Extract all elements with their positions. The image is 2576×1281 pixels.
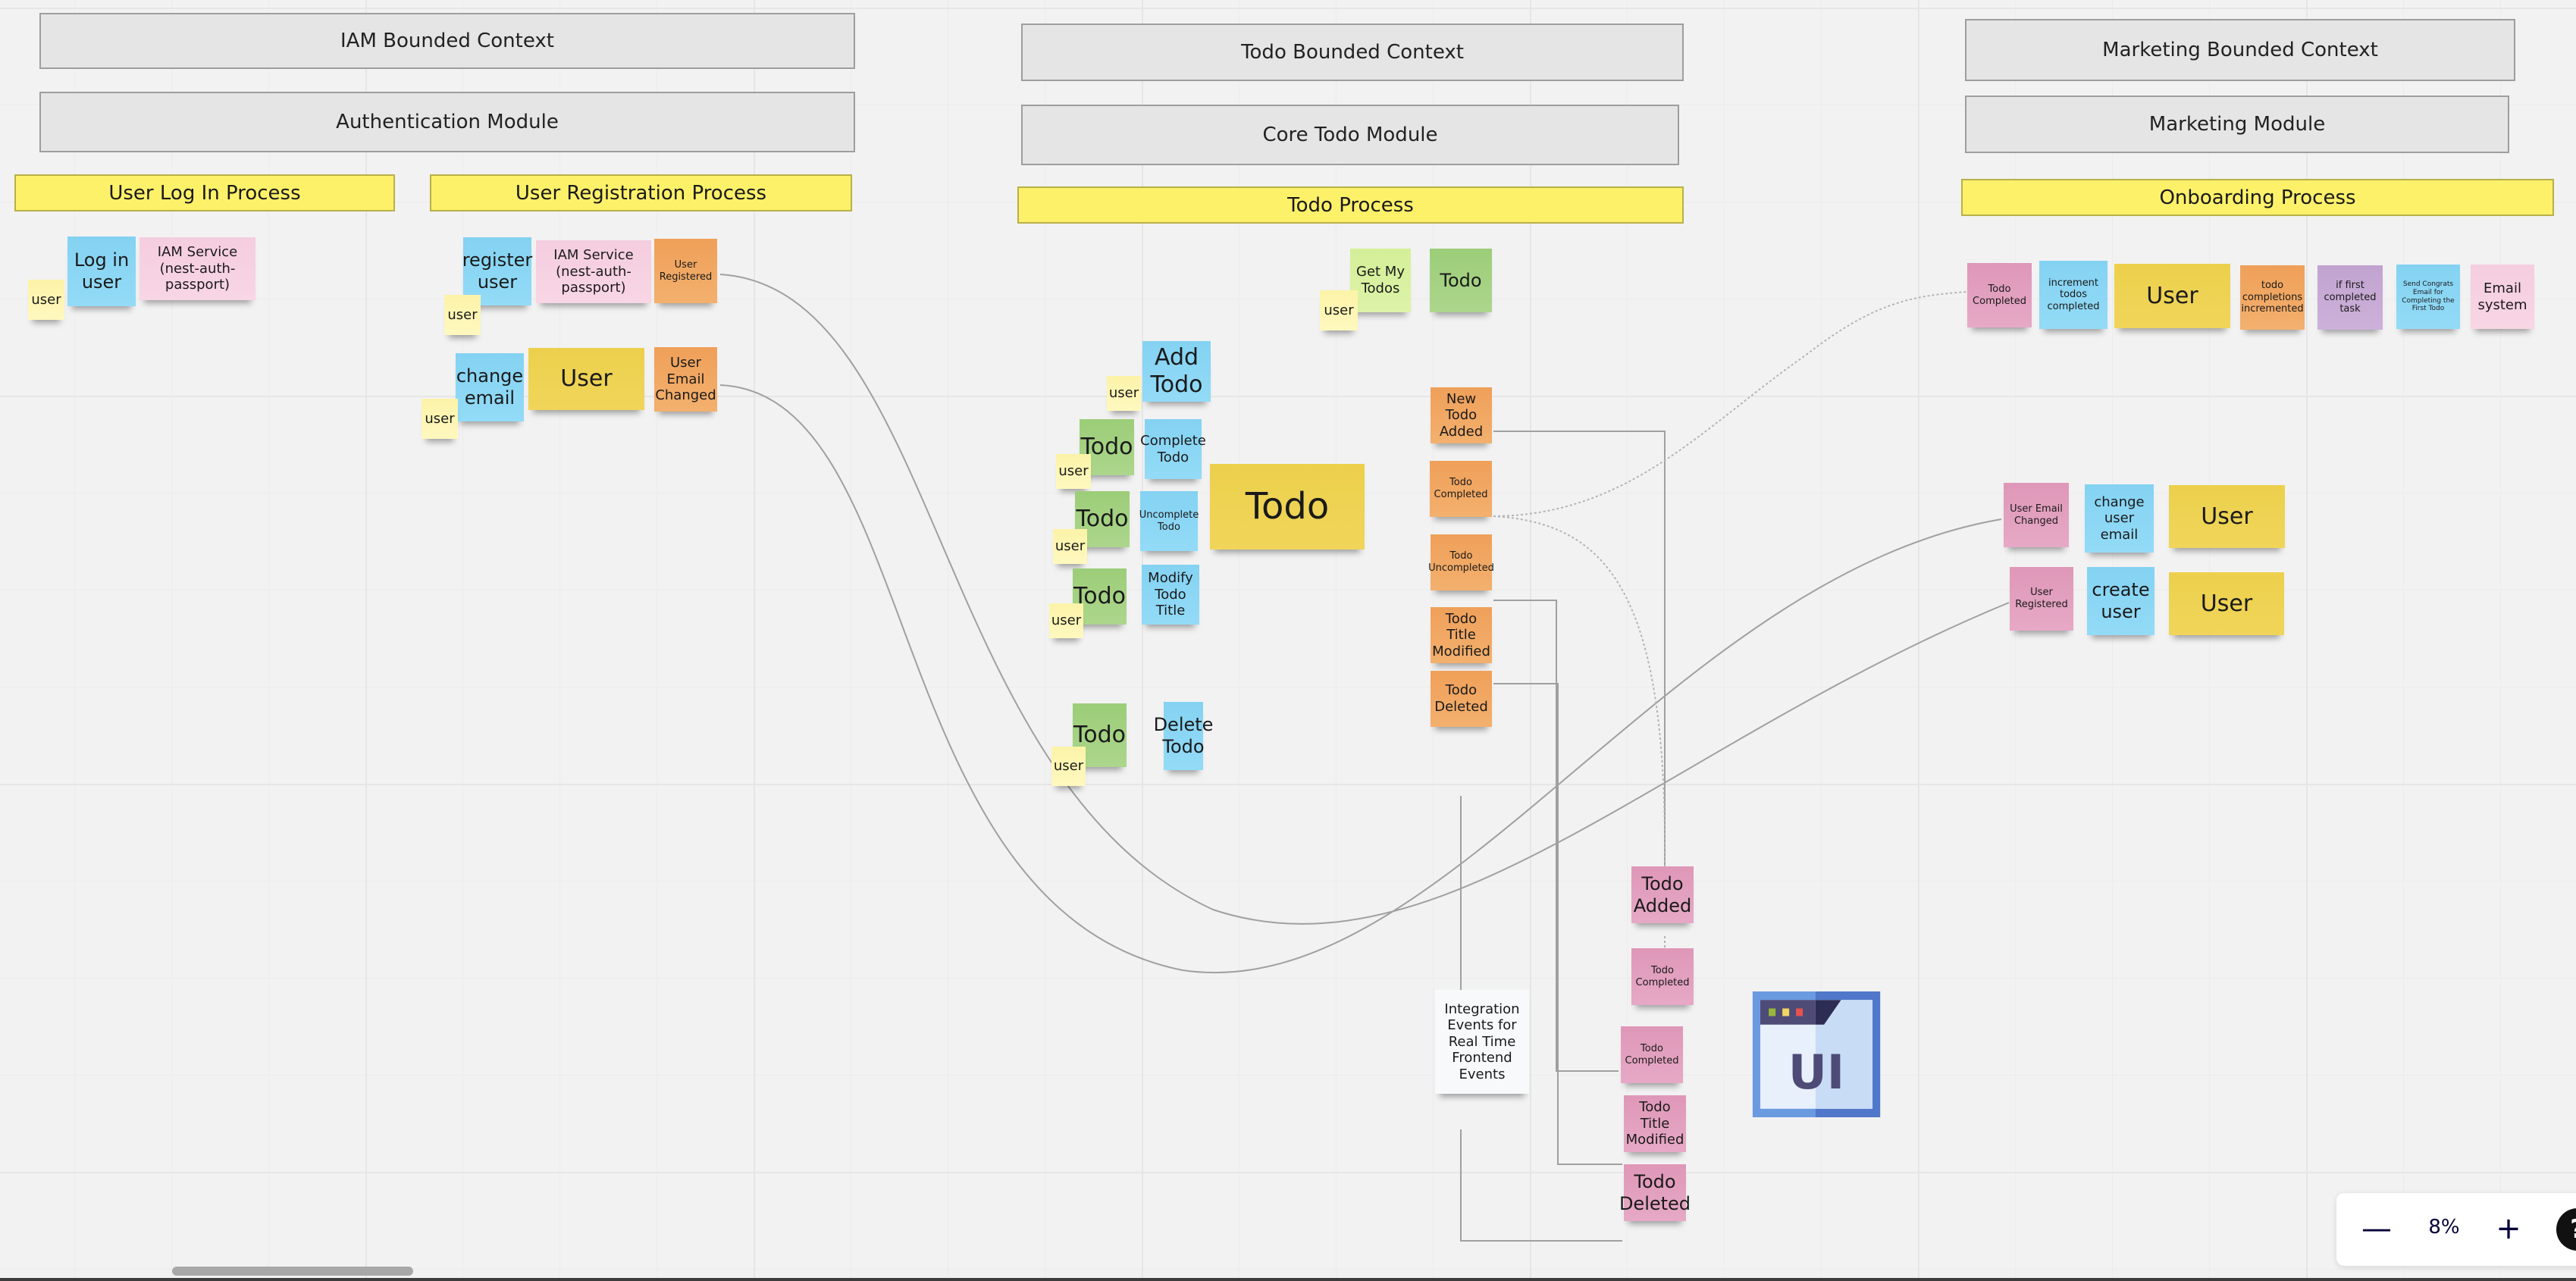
integration-event-todo-completed[interactable]: Todo Completed: [1967, 263, 2032, 327]
actor-user[interactable]: user: [1107, 376, 1141, 411]
event-todo-completed[interactable]: Todo Completed: [1430, 461, 1492, 517]
external-system-email-system[interactable]: Email system: [2471, 265, 2534, 329]
connector-todo-deleted-2: [1460, 1129, 1622, 1242]
aggregate-user[interactable]: User: [2169, 485, 2285, 548]
aggregate-todo[interactable]: Todo: [1210, 464, 1365, 550]
external-system-iam-service[interactable]: IAM Service (nest-auth-passport): [139, 237, 255, 300]
note-integration-events[interactable]: Integration Events for Real Time Fronten…: [1435, 990, 1529, 1094]
integration-event-todo-completed[interactable]: Todo Completed: [1631, 948, 1694, 1005]
question-icon: ?: [2570, 1214, 2576, 1245]
horizontal-scrollbar[interactable]: [172, 1267, 413, 1276]
todo-process[interactable]: Todo Process: [1017, 186, 1684, 224]
integration-event-user-email-changed[interactable]: User Email Changed: [2004, 483, 2069, 547]
help-button[interactable]: ?: [2556, 1208, 2576, 1251]
zoom-controls: — 8% + ?: [2336, 1193, 2576, 1266]
actor-user[interactable]: user: [421, 399, 458, 439]
command-delete-todo[interactable]: Delete Todo: [1154, 702, 1213, 770]
user-log-in-process[interactable]: User Log In Process: [14, 174, 395, 211]
actor-user[interactable]: user: [1320, 290, 1358, 330]
connector-todo-completed-marketing: [1493, 291, 1968, 517]
actor-user[interactable]: user: [444, 295, 481, 335]
connector-user-registered: [719, 274, 2010, 925]
bottom-bar: [0, 1278, 2576, 1281]
command-modify-todo-title[interactable]: Modify Todo Title: [1142, 565, 1199, 625]
command-create-user[interactable]: create user: [2087, 567, 2155, 635]
external-system-iam-service[interactable]: IAM Service (nest-auth-passport): [536, 240, 651, 303]
command-complete-todo[interactable]: Complete Todo: [1140, 419, 1206, 479]
event-todo-deleted[interactable]: Todo Deleted: [1431, 671, 1492, 727]
ui-icon-label: UI: [1788, 1045, 1844, 1100]
zoom-in-button[interactable]: +: [2490, 1210, 2527, 1248]
aggregate-user[interactable]: User: [2114, 264, 2230, 328]
command-change-email[interactable]: change email: [456, 353, 524, 421]
command-add-todo[interactable]: Add Todo: [1142, 341, 1211, 402]
zoom-level: 8%: [2428, 1216, 2460, 1239]
command-send-congrats-email[interactable]: Send Congrats Email for Completing the F…: [2396, 265, 2460, 329]
actor-user[interactable]: user: [1056, 454, 1091, 489]
actor-user[interactable]: user: [1049, 603, 1083, 638]
event-todo-completions-incremented[interactable]: todo completions incremented: [2240, 265, 2305, 330]
event-todo-uncompleted[interactable]: Todo Uncompleted: [1428, 534, 1494, 590]
actor-user[interactable]: user: [1051, 747, 1086, 786]
aggregate-user[interactable]: User: [2169, 572, 2284, 635]
iam-bounded-context[interactable]: IAM Bounded Context: [39, 13, 855, 69]
query-get-my-todos[interactable]: Get My Todos: [1350, 249, 1411, 312]
command-log-in-user[interactable]: Log in user: [67, 236, 136, 306]
authentication-module[interactable]: Authentication Module: [39, 92, 855, 152]
read-model-todo[interactable]: Todo: [1430, 249, 1492, 312]
zoom-out-button[interactable]: —: [2358, 1210, 2396, 1248]
user-registration-process[interactable]: User Registration Process: [430, 174, 852, 211]
command-increment-todos-completed[interactable]: increment todos completed: [2039, 261, 2107, 329]
policy-if-first-completed-task[interactable]: if first completed task: [2317, 265, 2383, 330]
event-new-todo-added[interactable]: New Todo Added: [1431, 387, 1492, 443]
connector-todo-completed-integration: [1493, 515, 1666, 871]
event-todo-title-modified[interactable]: Todo Title Modified: [1431, 607, 1492, 663]
command-change-user-email[interactable]: change user email: [2085, 484, 2154, 553]
connector-new-todo-added: [1493, 431, 1666, 870]
command-uncomplete-todo[interactable]: Uncomplete Todo: [1139, 491, 1199, 551]
integration-event-todo-added[interactable]: Todo Added: [1631, 866, 1694, 923]
aggregate-user[interactable]: User: [528, 348, 644, 410]
event-user-registered[interactable]: User Registered: [654, 239, 717, 303]
integration-event-user-registered[interactable]: User Registered: [2010, 567, 2073, 631]
core-todo-module[interactable]: Core Todo Module: [1021, 105, 1679, 165]
integration-event-todo-title-modified[interactable]: Todo Title Modified: [1624, 1095, 1686, 1152]
event-user-email-changed[interactable]: User Email Changed: [654, 347, 717, 412]
actor-user[interactable]: user: [28, 280, 64, 320]
actor-user[interactable]: user: [1053, 529, 1087, 564]
marketing-bounded-context[interactable]: Marketing Bounded Context: [1965, 19, 2515, 81]
integration-event-todo-deleted[interactable]: Todo Deleted: [1619, 1164, 1691, 1221]
ui-window-icon: UI: [1744, 991, 1888, 1117]
marketing-module[interactable]: Marketing Module: [1965, 96, 2509, 153]
integration-event-todo-completed[interactable]: Todo Completed: [1621, 1026, 1683, 1083]
onboarding-process[interactable]: Onboarding Process: [1961, 179, 2554, 216]
todo-bounded-context[interactable]: Todo Bounded Context: [1021, 23, 1684, 81]
